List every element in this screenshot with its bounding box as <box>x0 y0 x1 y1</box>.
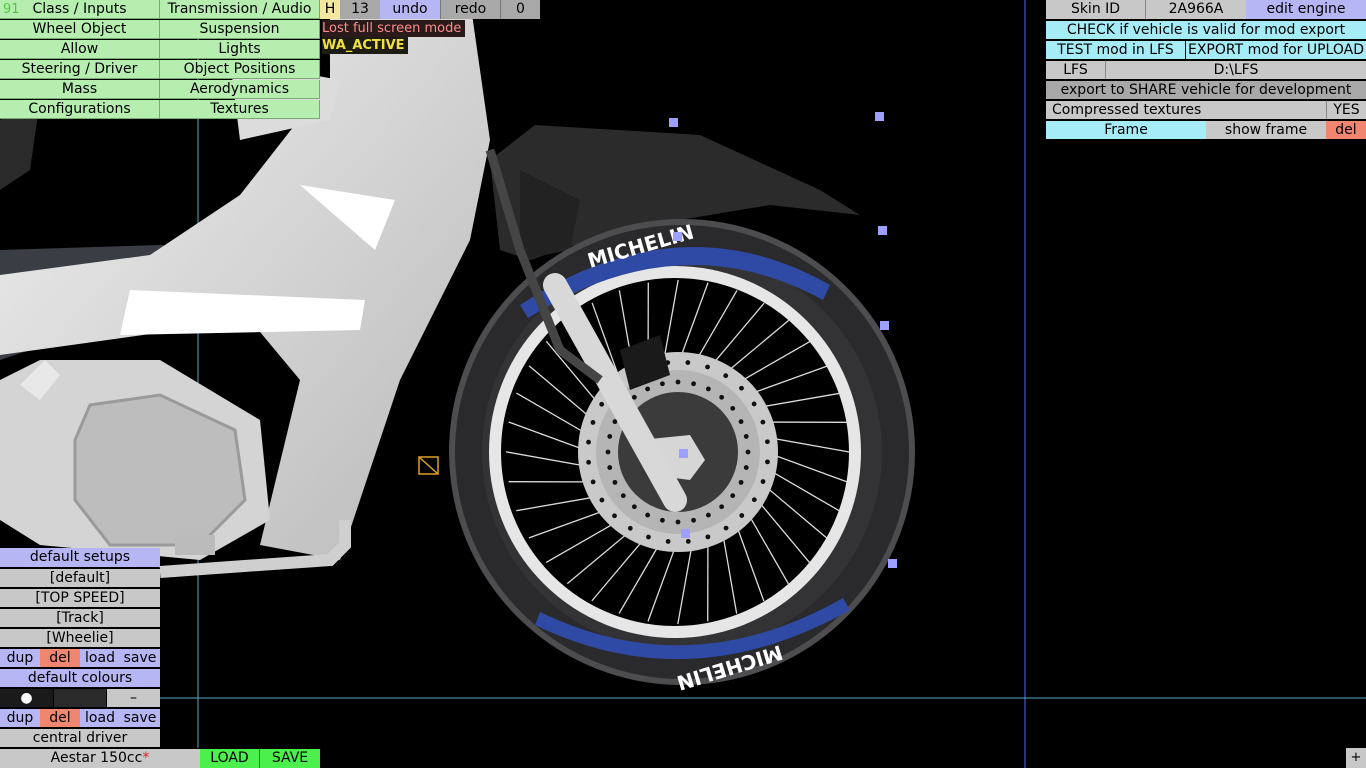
menu-allow[interactable]: Allow <box>0 40 160 59</box>
load-button[interactable]: LOAD <box>200 748 260 768</box>
colour-load-button[interactable]: load <box>80 708 120 727</box>
setup-item[interactable]: [Wheelie] <box>0 628 160 647</box>
menu-class-inputs[interactable]: 91 Class / Inputs <box>0 0 160 19</box>
skin-id-label: Skin ID <box>1046 0 1146 19</box>
vehicle-name-field[interactable]: Aestar 150cc* <box>0 748 200 768</box>
setup-del-button[interactable]: del <box>40 648 80 667</box>
menu-mass[interactable]: Mass <box>0 80 160 99</box>
export-mod-button[interactable]: EXPORT mod for UPLOAD <box>1186 40 1366 59</box>
menu-suspension[interactable]: Suspension <box>160 20 320 39</box>
show-frame-button[interactable]: show frame <box>1206 120 1326 139</box>
colour-del-button[interactable]: del <box>40 708 80 727</box>
setup-save-button[interactable]: save <box>120 648 160 667</box>
lfs-label: LFS <box>1046 60 1106 79</box>
menu-wheel-object[interactable]: Wheel Object <box>0 20 160 39</box>
setup-item[interactable]: [default] <box>0 568 160 587</box>
edit-engine-button[interactable]: edit engine <box>1246 0 1366 19</box>
compressed-textures-toggle[interactable]: YES <box>1326 100 1366 119</box>
setup-item[interactable]: [Track] <box>0 608 160 627</box>
menu-steering-driver[interactable]: Steering / Driver <box>0 60 160 79</box>
colour-save-button[interactable]: save <box>120 708 160 727</box>
default-colours-header[interactable]: default colours <box>0 668 160 687</box>
test-mod-button[interactable]: TEST mod in LFS <box>1046 40 1186 59</box>
h-value[interactable]: 13 <box>340 0 380 19</box>
menu-lights[interactable]: Lights <box>160 40 320 59</box>
redo-button[interactable]: redo <box>440 0 500 19</box>
undo-button[interactable]: undo <box>380 0 440 19</box>
menu-object-positions[interactable]: Object Positions <box>160 60 320 79</box>
compressed-textures-label: Compressed textures <box>1046 100 1326 119</box>
menu-transmission-audio[interactable]: Transmission / Audio <box>160 0 320 19</box>
undo-count: 0 <box>500 0 540 19</box>
menu-label: Class / Inputs <box>32 1 127 17</box>
colour-dup-button[interactable]: dup <box>0 708 40 727</box>
colour-swatch-2[interactable] <box>54 688 106 707</box>
setup-dup-button[interactable]: dup <box>0 648 40 667</box>
export-share-button[interactable]: export to SHARE vehicle for development <box>1046 80 1366 99</box>
colour-swatch-1[interactable]: ● <box>0 688 53 707</box>
setup-item[interactable]: [TOP SPEED] <box>0 588 160 607</box>
frame-delete-button[interactable]: del <box>1326 120 1366 139</box>
setup-load-button[interactable]: load <box>80 648 120 667</box>
save-button[interactable]: SAVE <box>260 748 320 768</box>
fps-counter: 91 <box>3 2 20 17</box>
menu-aerodynamics[interactable]: Aerodynamics <box>160 80 320 99</box>
menu-configurations[interactable]: Configurations <box>0 100 160 119</box>
skin-id-value[interactable]: 2A966A <box>1146 0 1246 19</box>
modified-marker: * <box>142 750 150 766</box>
h-toggle[interactable]: H <box>320 0 340 19</box>
wa-active-label: WA_ACTIVE <box>322 37 408 54</box>
central-driver-button[interactable]: central driver <box>0 728 160 747</box>
vehicle-name: Aestar 150cc <box>50 750 143 766</box>
lfs-path-field[interactable]: D:\LFS <box>1106 60 1366 79</box>
colour-swatch-3[interactable]: – <box>107 688 160 707</box>
check-vehicle-button[interactable]: CHECK if vehicle is valid for mod export <box>1046 20 1366 39</box>
fullscreen-warning: Lost full screen mode <box>322 20 466 37</box>
frame-button[interactable]: Frame <box>1046 120 1206 139</box>
menu-textures[interactable]: Textures <box>160 100 320 119</box>
default-setups-header[interactable]: default setups <box>0 548 160 567</box>
zoom-plus-button[interactable]: + <box>1346 748 1366 768</box>
